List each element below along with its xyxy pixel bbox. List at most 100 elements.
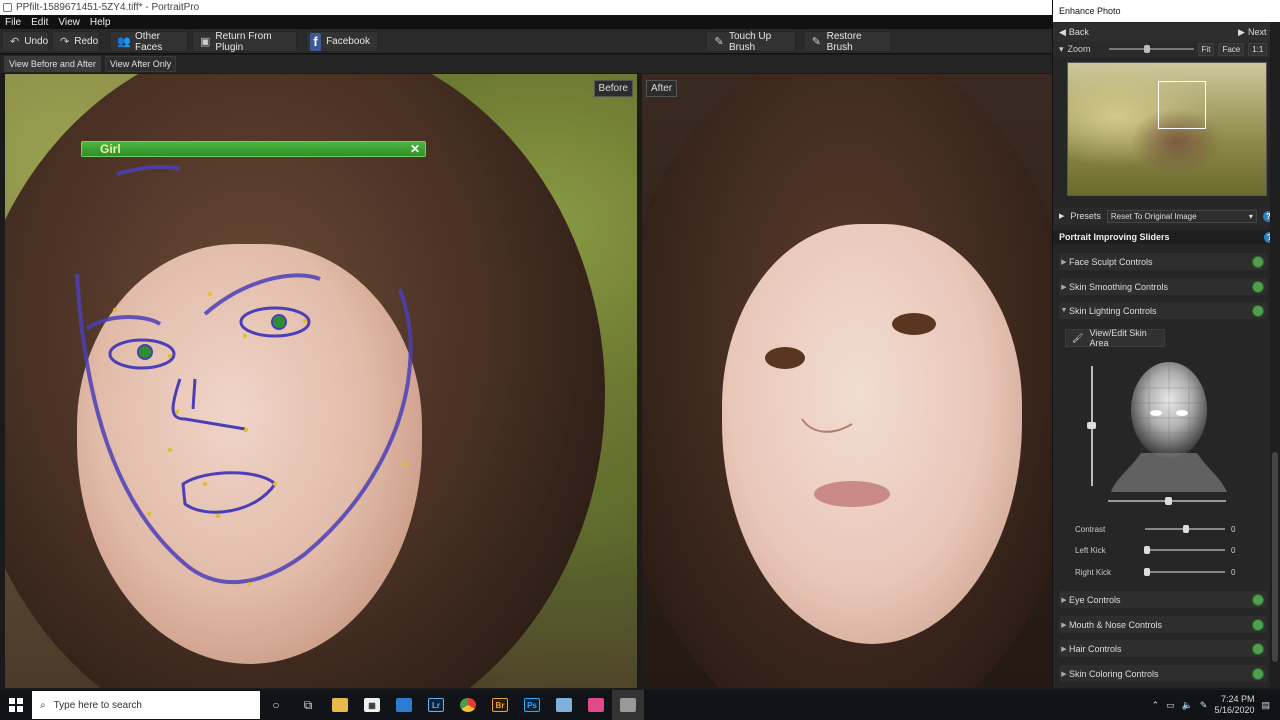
file-explorer-icon[interactable] — [324, 690, 356, 720]
return-from-plugin-button[interactable]: ▣ Return From Plugin — [192, 31, 297, 53]
cortana-icon[interactable]: ○ — [260, 690, 292, 720]
section-skin-lighting[interactable]: ▼Skin Lighting Controls? — [1059, 302, 1280, 319]
back-button[interactable]: ◀ Back — [1059, 27, 1089, 38]
menu-view[interactable]: View — [53, 17, 85, 28]
contrast-label: Contrast — [1075, 524, 1106, 534]
left-kick-slider-knob[interactable] — [1144, 546, 1150, 554]
chrome-icon[interactable] — [452, 690, 484, 720]
zoom-slider[interactable] — [1108, 45, 1194, 53]
menu-bar: File Edit View Help — [0, 15, 1052, 29]
sliders-header-label: Portrait Improving Sliders — [1059, 232, 1170, 242]
next-arrow-icon: ▶ — [1238, 26, 1245, 37]
head-lighting-preview[interactable] — [1111, 358, 1227, 492]
undo-button[interactable]: ↶ Undo — [2, 31, 49, 52]
section-mouth-nose[interactable]: ▶Mouth & Nose Controls? — [1059, 616, 1280, 633]
mail-icon[interactable] — [388, 690, 420, 720]
contrast-slider-knob[interactable] — [1183, 525, 1189, 533]
chevron-up-icon[interactable]: ⌃ — [1152, 700, 1160, 711]
windows-start-button[interactable] — [0, 690, 32, 720]
section-hair[interactable]: ▶Hair Controls? — [1059, 640, 1280, 657]
enable-toggle[interactable] — [1252, 280, 1264, 293]
zoom-face-button[interactable]: Face — [1218, 42, 1245, 56]
enable-toggle[interactable] — [1252, 255, 1264, 268]
contrast-slider[interactable] — [1145, 525, 1225, 533]
chevron-right-icon: ▶ — [1061, 283, 1067, 291]
section-eye[interactable]: ▶Eye Controls? — [1059, 591, 1280, 608]
section-skin-coloring[interactable]: ▶Skin Coloring Controls? — [1059, 665, 1280, 682]
bridge-icon[interactable]: Br — [484, 690, 516, 720]
menu-edit[interactable]: Edit — [26, 17, 53, 28]
menu-help[interactable]: Help — [85, 17, 116, 28]
after-label: After — [646, 80, 678, 97]
section-label: Hair Controls — [1069, 643, 1122, 654]
view-edit-skin-area-button[interactable]: 🖌 View/Edit Skin Area — [1065, 328, 1165, 348]
face-outline-overlay — [75, 164, 413, 586]
close-icon[interactable]: ✕ — [410, 142, 420, 156]
before-photo[interactable]: Girl ✕ Before — [5, 74, 637, 688]
enable-toggle[interactable] — [1252, 593, 1264, 606]
touch-up-brush-button[interactable]: ✎ Touch Up Brush — [706, 31, 796, 53]
window-titlebar: PPfilt-1589671451-5ZY4.tiff* - PortraitP… — [0, 0, 1052, 15]
lightroom-icon[interactable]: Lr — [420, 690, 452, 720]
undo-icon: ↶ — [10, 36, 20, 48]
navigator-thumbnail[interactable] — [1067, 62, 1267, 196]
presets-row: ▶ Presets Reset To Original Image ▾ ? — [1053, 208, 1280, 224]
next-button[interactable]: ▶Next▾ — [1238, 27, 1274, 38]
chevron-right-icon: ▶ — [1061, 670, 1067, 678]
section-face-sculpt[interactable]: ▶Face Sculpt Controls? — [1059, 253, 1280, 270]
tab-view-before-after[interactable]: View Before and After — [4, 56, 101, 72]
other-faces-label: Other Faces — [135, 30, 163, 53]
scrollbar-thumb[interactable] — [1272, 452, 1278, 662]
tab-view-after-only[interactable]: View After Only — [104, 56, 177, 72]
light-vertical-slider[interactable] — [1087, 366, 1096, 486]
left-kick-slider-row: Left Kick 0 — [1075, 543, 1275, 557]
after-photo[interactable]: After — [642, 74, 1052, 688]
next-label: Next — [1247, 27, 1267, 37]
taskbar-search-box[interactable]: ⌕ Type here to search — [32, 691, 260, 719]
facebook-button[interactable]: f Facebook — [306, 31, 378, 52]
vertical-slider-knob[interactable] — [1087, 422, 1096, 429]
taskbar-clock[interactable]: 7:24 PM 5/16/2020 — [1214, 694, 1254, 716]
zoom-1to1-button[interactable]: 1:1 — [1248, 42, 1268, 56]
face-name-label: Girl — [100, 142, 121, 156]
photos-app-icon[interactable] — [580, 690, 612, 720]
redo-button[interactable]: ↷ Redo — [52, 31, 100, 52]
language-icon[interactable]: ✎ — [1200, 700, 1208, 711]
enable-toggle[interactable] — [1252, 642, 1264, 655]
portraitpro-taskbar-icon[interactable] — [612, 690, 644, 720]
zoom-slider-knob[interactable] — [1143, 45, 1150, 53]
store-icon[interactable]: ▦ — [356, 690, 388, 720]
preset-dropdown[interactable]: Reset To Original Image ▾ — [1106, 209, 1257, 223]
light-horizontal-slider[interactable] — [1108, 497, 1226, 505]
photoshop-icon[interactable]: Ps — [516, 690, 548, 720]
menu-file[interactable]: File — [0, 17, 26, 28]
brush-icon: 🖌 — [1072, 332, 1084, 343]
enable-toggle[interactable] — [1252, 304, 1264, 317]
windows-logo-icon — [9, 698, 23, 712]
enable-toggle[interactable] — [1252, 667, 1264, 680]
section-label: Face Sculpt Controls — [1069, 256, 1153, 267]
horizontal-slider-knob[interactable] — [1165, 497, 1172, 505]
section-skin-smoothing[interactable]: ▶Skin Smoothing Controls? — [1059, 278, 1280, 295]
sliders-header: Portrait Improving Sliders ? — [1053, 230, 1280, 244]
network-icon[interactable]: ▭ — [1166, 700, 1175, 711]
left-kick-slider[interactable] — [1144, 546, 1225, 554]
search-icon: ⌕ — [40, 699, 46, 711]
restore-label: Restore Brush — [826, 30, 862, 53]
notification-icon[interactable]: ▤ — [1261, 700, 1270, 711]
section-label: Eye Controls — [1069, 594, 1121, 605]
enable-toggle[interactable] — [1252, 618, 1264, 631]
task-view-icon[interactable]: ⧉ — [292, 690, 324, 720]
right-kick-slider[interactable] — [1144, 568, 1225, 576]
pen-app-icon[interactable] — [548, 690, 580, 720]
right-kick-slider-knob[interactable] — [1144, 568, 1150, 576]
zoom-region-box[interactable] — [1158, 81, 1206, 129]
left-kick-label: Left Kick — [1075, 545, 1106, 555]
panel-scrollbar[interactable] — [1270, 22, 1280, 688]
other-faces-button[interactable]: 👥 Other Faces — [110, 30, 188, 53]
face-name-tag[interactable]: Girl ✕ — [81, 141, 426, 157]
restore-brush-button[interactable]: ✎ Restore Brush — [803, 30, 891, 53]
enhance-panel: Enhance Photo ◀Back ▶Next▾ ▾ Zoom Fit Fa… — [1052, 0, 1280, 688]
zoom-fit-button[interactable]: Fit — [1197, 42, 1215, 56]
volume-icon[interactable]: 🔈 — [1182, 700, 1193, 711]
